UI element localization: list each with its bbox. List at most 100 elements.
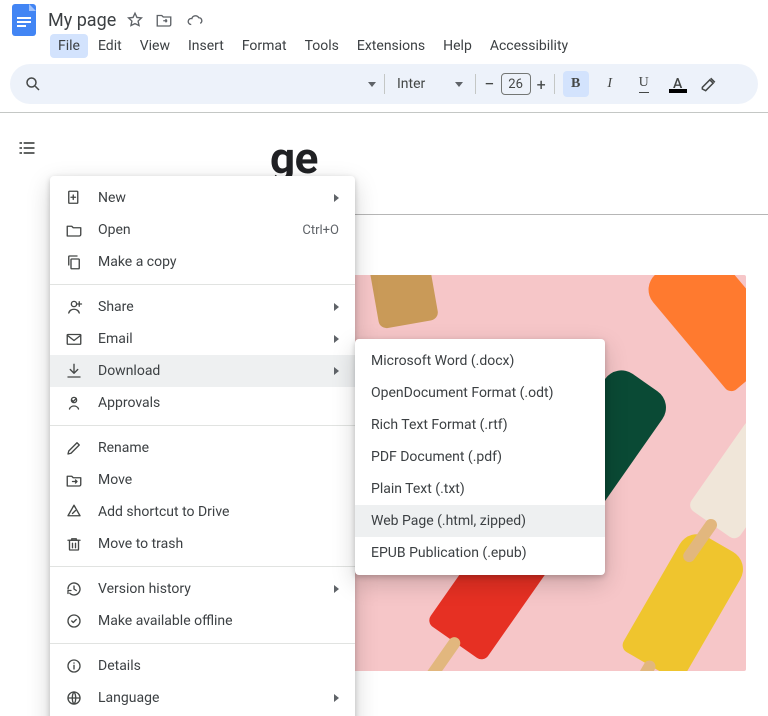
menu-item-label: PDF Document (.pdf) — [371, 449, 589, 465]
document-outline-button[interactable] — [11, 132, 43, 164]
file-menu-item-approvals[interactable]: Approvals — [50, 387, 355, 419]
file-menu-item-download[interactable]: Download — [50, 355, 355, 387]
file-menu-item-make-a-copy[interactable]: Make a copy — [50, 246, 355, 278]
separator — [554, 74, 555, 94]
titlebar: My page — [0, 0, 768, 34]
mail-icon — [64, 330, 84, 348]
menu-item-label: Open — [98, 222, 288, 238]
download-option[interactable]: Microsoft Word (.docx) — [355, 345, 605, 377]
file-menu-item-add-shortcut-to-drive[interactable]: Add shortcut to Drive — [50, 496, 355, 528]
separator — [475, 74, 476, 94]
approvals-icon — [64, 394, 84, 412]
download-icon — [64, 362, 84, 380]
menu-insert[interactable]: Insert — [180, 34, 232, 58]
download-option[interactable]: OpenDocument Format (.odt) — [355, 377, 605, 409]
italic-button[interactable]: I — [597, 71, 623, 97]
menu-divider — [50, 566, 355, 567]
menu-item-shortcut: Ctrl+O — [302, 223, 339, 238]
docs-logo[interactable] — [10, 2, 38, 38]
menu-format[interactable]: Format — [234, 34, 295, 58]
highlight-button[interactable] — [699, 74, 719, 94]
menu-item-label: EPUB Publication (.epub) — [371, 545, 589, 561]
text-color-button[interactable]: A — [665, 71, 691, 97]
globe-icon — [64, 689, 84, 707]
drive-shortcut-icon — [64, 503, 84, 521]
fontsize-increase[interactable]: + — [537, 75, 546, 94]
menubar: File Edit View Insert Format Tools Exten… — [0, 34, 768, 64]
info-icon — [64, 657, 84, 675]
menu-item-label: New — [98, 190, 320, 206]
menu-item-label: Plain Text (.txt) — [371, 481, 589, 497]
file-plus-icon — [64, 189, 84, 207]
menu-extensions[interactable]: Extensions — [349, 34, 433, 58]
menu-view[interactable]: View — [132, 34, 178, 58]
menu-divider — [50, 643, 355, 644]
download-option[interactable]: Web Page (.html, zipped) — [355, 505, 605, 537]
menu-help[interactable]: Help — [435, 34, 480, 58]
menu-item-label: Microsoft Word (.docx) — [371, 353, 589, 369]
download-option[interactable]: EPUB Publication (.epub) — [355, 537, 605, 569]
menu-tools[interactable]: Tools — [297, 34, 347, 58]
menu-item-label: Add shortcut to Drive — [98, 504, 339, 520]
menu-item-label: OpenDocument Format (.odt) — [371, 385, 589, 401]
fontsize-input[interactable]: 26 — [501, 73, 531, 95]
menu-divider — [50, 425, 355, 426]
submenu-arrow-icon — [334, 367, 339, 375]
menu-item-label: Download — [98, 363, 320, 379]
menu-item-label: Web Page (.html, zipped) — [371, 513, 589, 529]
bold-button[interactable]: B — [563, 71, 589, 97]
toolbar: Inter − 26 + B I U A — [10, 64, 758, 104]
toolbar-search-icon[interactable] — [24, 75, 42, 93]
menu-item-label: Make available offline — [98, 613, 339, 629]
file-menu: New Open Ctrl+O Make a copy Share Email Downlo… — [50, 176, 355, 716]
separator — [384, 74, 385, 94]
submenu-arrow-icon — [334, 303, 339, 311]
download-submenu: Microsoft Word (.docx) OpenDocument Forma… — [355, 339, 605, 575]
file-menu-item-move[interactable]: Move — [50, 464, 355, 496]
submenu-arrow-icon — [334, 694, 339, 702]
file-menu-item-details[interactable]: Details — [50, 650, 355, 682]
submenu-arrow-icon — [334, 194, 339, 202]
file-menu-item-move-to-trash[interactable]: Move to trash — [50, 528, 355, 560]
menu-item-label: Details — [98, 658, 339, 674]
menu-item-label: Rename — [98, 440, 339, 456]
download-option[interactable]: Rich Text Format (.rtf) — [355, 409, 605, 441]
menu-edit[interactable]: Edit — [90, 34, 130, 58]
cloud-status-icon[interactable] — [184, 11, 206, 29]
caret-down-icon — [455, 82, 463, 87]
file-menu-item-version-history[interactable]: Version history — [50, 573, 355, 605]
download-option[interactable]: Plain Text (.txt) — [355, 473, 605, 505]
file-menu-item-open[interactable]: Open Ctrl+O — [50, 214, 355, 246]
document-title[interactable]: My page — [48, 10, 116, 31]
menu-accessibility[interactable]: Accessibility — [482, 34, 576, 58]
download-option[interactable]: PDF Document (.pdf) — [355, 441, 605, 473]
pencil-icon — [64, 439, 84, 457]
fontsize-decrease[interactable]: − — [484, 74, 494, 95]
document-canvas: ge — [0, 112, 768, 712]
file-menu-item-new[interactable]: New — [50, 182, 355, 214]
file-menu-item-email[interactable]: Email — [50, 323, 355, 355]
menu-item-label: Email — [98, 331, 320, 347]
file-menu-item-rename[interactable]: Rename — [50, 432, 355, 464]
file-menu-item-make-available-offline[interactable]: Make available offline — [50, 605, 355, 637]
styles-dropdown-caret[interactable] — [368, 82, 376, 87]
font-family-dropdown[interactable]: Inter — [393, 76, 467, 92]
menu-item-label: Approvals — [98, 395, 339, 411]
folder-icon — [64, 221, 84, 239]
offline-icon — [64, 612, 84, 630]
menu-divider — [50, 284, 355, 285]
menu-item-label: Version history — [98, 581, 320, 597]
menu-file[interactable]: File — [50, 34, 88, 58]
file-menu-item-share[interactable]: Share — [50, 291, 355, 323]
menu-item-label: Move — [98, 472, 339, 488]
submenu-arrow-icon — [334, 335, 339, 343]
menu-item-label: Make a copy — [98, 254, 339, 270]
file-menu-item-language[interactable]: Language — [50, 682, 355, 714]
underline-button[interactable]: U — [631, 71, 657, 97]
move-icon[interactable] — [154, 11, 174, 29]
menu-item-label: Rich Text Format (.rtf) — [371, 417, 589, 433]
submenu-arrow-icon — [334, 585, 339, 593]
menu-item-label: Language — [98, 690, 320, 706]
copy-icon — [64, 253, 84, 271]
star-icon[interactable] — [126, 11, 144, 29]
